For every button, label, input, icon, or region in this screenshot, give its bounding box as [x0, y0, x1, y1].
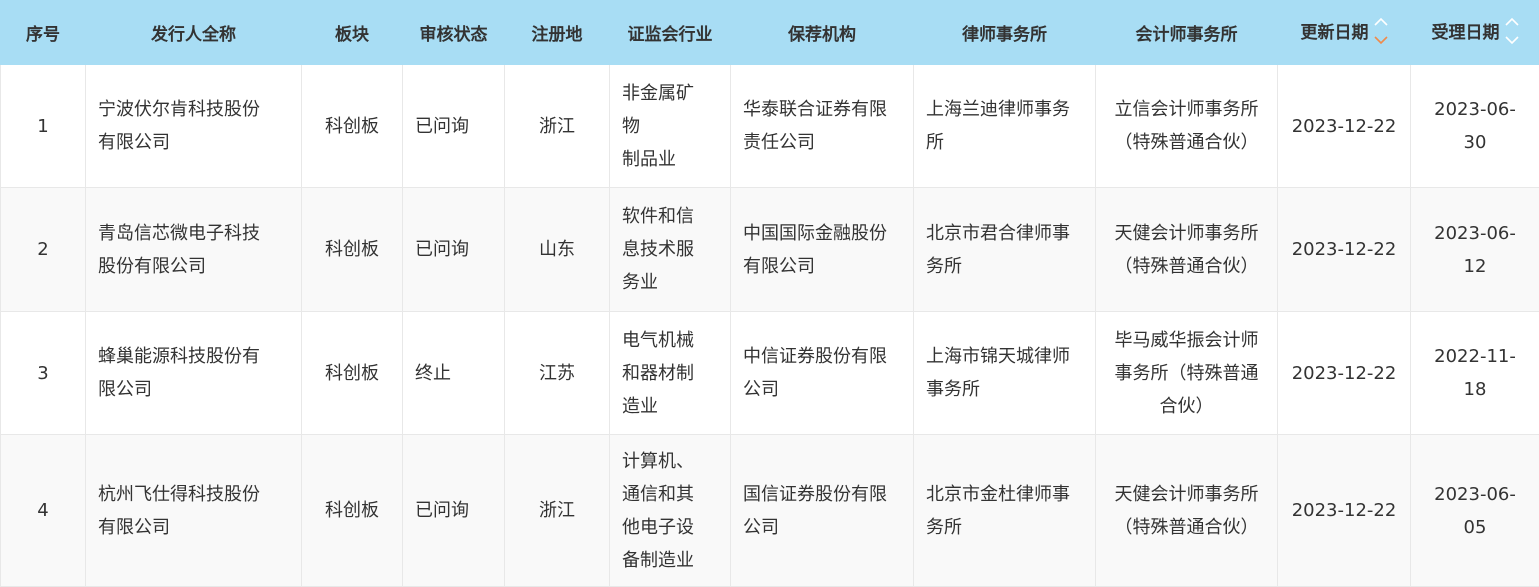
- cell-status: 已问询: [403, 65, 505, 188]
- cell-law-firm: 北京市金杜律师事务所: [914, 435, 1096, 587]
- col-header-status: 审核状态: [403, 1, 505, 65]
- cell-updated: 2023-12-22: [1278, 65, 1411, 188]
- col-header-updated[interactable]: 更新日期: [1278, 1, 1411, 65]
- cell-sponsor: 国信证券股份有限公司: [731, 435, 914, 587]
- cell-sponsor: 华泰联合证券有限责任公司: [731, 65, 914, 188]
- cell-accounting-firm: 立信会计师事务所（特殊普通合伙）: [1096, 65, 1278, 188]
- cell-seq: 3: [1, 312, 86, 435]
- cell-board: 科创板: [302, 312, 403, 435]
- cell-status: 终止: [403, 312, 505, 435]
- cell-seq: 4: [1, 435, 86, 587]
- col-header-industry: 证监会行业: [610, 1, 731, 65]
- col-header-law-firm: 律师事务所: [914, 1, 1096, 65]
- cell-status: 已问询: [403, 188, 505, 312]
- cell-region: 浙江: [505, 65, 610, 188]
- cell-law-firm: 上海兰迪律师事务所: [914, 65, 1096, 188]
- sort-up-down-icon[interactable]: [1374, 13, 1388, 49]
- col-header-updated-label: 更新日期: [1301, 23, 1369, 43]
- cell-seq: 1: [1, 65, 86, 188]
- col-header-accepted[interactable]: 受理日期: [1411, 1, 1539, 65]
- cell-law-firm: 上海市锦天城律师事务所: [914, 312, 1096, 435]
- cell-industry: 非金属矿物制品业: [610, 65, 731, 188]
- cell-accepted: 2022-11-18: [1411, 312, 1539, 435]
- cell-industry: 计算机、通信和其他电子设备制造业: [610, 435, 731, 587]
- col-header-issuer: 发行人全称: [86, 1, 302, 65]
- cell-status: 已问询: [403, 435, 505, 587]
- table-row[interactable]: 1宁波伏尔肯科技股份有限公司科创板已问询浙江非金属矿物制品业华泰联合证券有限责任…: [1, 65, 1539, 188]
- cell-accounting-firm: 毕马威华振会计师事务所（特殊普通合伙）: [1096, 312, 1278, 435]
- cell-accepted: 2023-06-05: [1411, 435, 1539, 587]
- table-row[interactable]: 2青岛信芯微电子科技股份有限公司科创板已问询山东软件和信息技术服务业中国国际金融…: [1, 188, 1539, 312]
- col-header-seq: 序号: [1, 1, 86, 65]
- cell-board: 科创板: [302, 435, 403, 587]
- cell-issuer: 青岛信芯微电子科技股份有限公司: [86, 188, 302, 312]
- cell-region: 浙江: [505, 435, 610, 587]
- col-header-region: 注册地: [505, 1, 610, 65]
- cell-accepted: 2023-06-12: [1411, 188, 1539, 312]
- cell-region: 山东: [505, 188, 610, 312]
- cell-law-firm: 北京市君合律师事务所: [914, 188, 1096, 312]
- sort-up-down-icon[interactable]: [1505, 13, 1519, 49]
- cell-updated: 2023-12-22: [1278, 312, 1411, 435]
- table-row[interactable]: 4杭州飞仕得科技股份有限公司科创板已问询浙江计算机、通信和其他电子设备制造业国信…: [1, 435, 1539, 587]
- col-header-accounting-firm: 会计师事务所: [1096, 1, 1278, 65]
- cell-sponsor: 中国国际金融股份有限公司: [731, 188, 914, 312]
- cell-issuer: 宁波伏尔肯科技股份有限公司: [86, 65, 302, 188]
- col-header-board: 板块: [302, 1, 403, 65]
- cell-accounting-firm: 天健会计师事务所（特殊普通合伙）: [1096, 435, 1278, 587]
- cell-accepted: 2023-06-30: [1411, 65, 1539, 188]
- cell-issuer: 蜂巢能源科技股份有限公司: [86, 312, 302, 435]
- ipo-review-table: 序号 发行人全称 板块 审核状态 注册地 证监会行业 保荐机构 律师事务所 会计…: [0, 0, 1539, 587]
- cell-sponsor: 中信证券股份有限公司: [731, 312, 914, 435]
- cell-issuer: 杭州飞仕得科技股份有限公司: [86, 435, 302, 587]
- cell-board: 科创板: [302, 188, 403, 312]
- cell-industry: 电气机械和器材制造业: [610, 312, 731, 435]
- col-header-accepted-label: 受理日期: [1432, 23, 1500, 43]
- cell-industry: 软件和信息技术服务业: [610, 188, 731, 312]
- cell-seq: 2: [1, 188, 86, 312]
- cell-updated: 2023-12-22: [1278, 188, 1411, 312]
- table-row[interactable]: 3蜂巢能源科技股份有限公司科创板终止江苏电气机械和器材制造业中信证券股份有限公司…: [1, 312, 1539, 435]
- cell-board: 科创板: [302, 65, 403, 188]
- cell-region: 江苏: [505, 312, 610, 435]
- cell-accounting-firm: 天健会计师事务所（特殊普通合伙）: [1096, 188, 1278, 312]
- cell-updated: 2023-12-22: [1278, 435, 1411, 587]
- table-header-row: 序号 发行人全称 板块 审核状态 注册地 证监会行业 保荐机构 律师事务所 会计…: [1, 1, 1539, 65]
- col-header-sponsor: 保荐机构: [731, 1, 914, 65]
